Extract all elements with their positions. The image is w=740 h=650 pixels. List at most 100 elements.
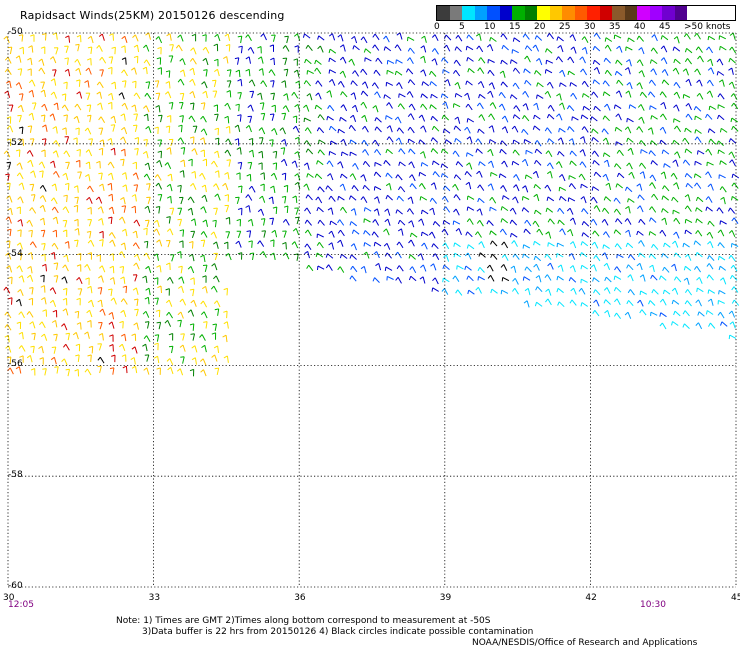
wind-barb [468,182,472,190]
wind-barb [546,48,553,54]
wind-barb-flag [420,103,424,108]
wind-barb-flag [708,322,711,327]
wind-barb-flag [581,80,585,85]
wind-barb-flag [408,254,411,259]
wind-barb-flag [224,33,229,37]
wind-barb-flag [522,103,527,107]
wind-barb-flag [673,91,678,96]
wind-barb [501,289,509,294]
wind-barb [217,150,220,158]
wind-barb-flag [271,128,275,132]
wind-barb [19,172,24,180]
wind-barb [628,90,632,98]
wind-barb-flag [245,34,249,38]
wind-barb [194,125,198,133]
wind-barb-flag [224,149,228,154]
wind-barb [286,93,289,101]
wind-barb-flag [568,183,572,188]
wind-barb [618,113,622,121]
wind-barb-flag [638,252,641,257]
legend-swatch [437,6,450,20]
wind-barb [99,81,104,89]
wind-barb-flag [348,125,352,129]
wind-barb [31,230,33,238]
wind-barb [252,150,255,158]
wind-barb-flag [30,170,34,174]
wind-barb-flag [142,343,146,347]
wind-barb [409,79,416,86]
wind-barb-flag [556,36,559,41]
wind-barb [124,334,127,342]
wind-barb-flag [420,45,425,49]
wind-barb [489,139,497,144]
wind-barb-flag [51,346,56,348]
wind-barb [432,148,439,154]
wind-barb [489,69,495,77]
wind-barb [136,219,141,227]
wind-barb [684,310,690,317]
wind-barb [350,195,357,201]
wind-barb-flag [143,105,147,109]
wind-barb [420,196,428,201]
wind-barb-flag [281,112,286,115]
wind-barb-flag [467,68,470,73]
wind-barb-flag [156,367,161,370]
wind-barb-flag [511,161,514,166]
wind-barb-flag [51,242,55,247]
wind-barb [421,93,428,99]
wind-barb-flag [569,160,572,165]
wind-barb-flag [545,298,549,303]
wind-barb [45,264,47,272]
wind-barb-flag [144,162,149,166]
wind-barb [29,150,34,157]
wind-barb-flag [281,172,286,175]
wind-barb-flag [626,137,629,142]
wind-barb-flag [683,33,688,38]
wind-barb [730,255,736,262]
wind-barb-flag [282,241,287,245]
wind-barb [421,218,425,226]
wind-barb [136,45,140,53]
wind-barb-flag [430,263,434,267]
wind-barb-flag [314,173,318,178]
wind-barb-flag [487,90,491,95]
wind-barb [455,59,461,67]
wind-barb-flag [532,125,535,130]
wind-barb [583,136,586,144]
wind-barb [43,114,46,123]
wind-barb-flag [110,115,115,119]
wind-barb-flag [614,163,617,168]
wind-barb [422,264,427,272]
wind-barb [159,239,163,247]
wind-barb-flag [546,162,551,167]
wind-barb-flag [478,114,482,118]
wind-barb [319,114,325,121]
wind-barb [469,218,474,225]
wind-barb [363,266,367,274]
wind-barb [160,285,162,294]
wind-barb-flag [661,217,666,221]
wind-barb-flag [682,137,686,142]
wind-barb-flag [660,35,663,40]
wind-barb [113,277,116,285]
wind-barb-flag [685,78,690,83]
wind-barb [629,104,637,109]
wind-barb [192,333,195,341]
wind-barb [215,113,219,122]
wind-barb-flag [76,277,80,281]
wind-barb [490,230,497,236]
wind-barb [124,80,127,88]
wind-barb [614,104,622,110]
wind-barb [66,162,70,170]
wind-barb [157,92,161,101]
wind-barb [628,37,635,43]
wind-barb-flag [603,299,607,304]
wind-barb [398,127,404,134]
wind-barb [87,127,92,135]
wind-barb-flag [466,136,471,140]
wind-barb [147,297,150,305]
wind-barb-flag [649,206,653,211]
wind-barb [457,35,463,42]
wind-barb-flag [202,34,207,37]
wind-barb [696,218,703,224]
